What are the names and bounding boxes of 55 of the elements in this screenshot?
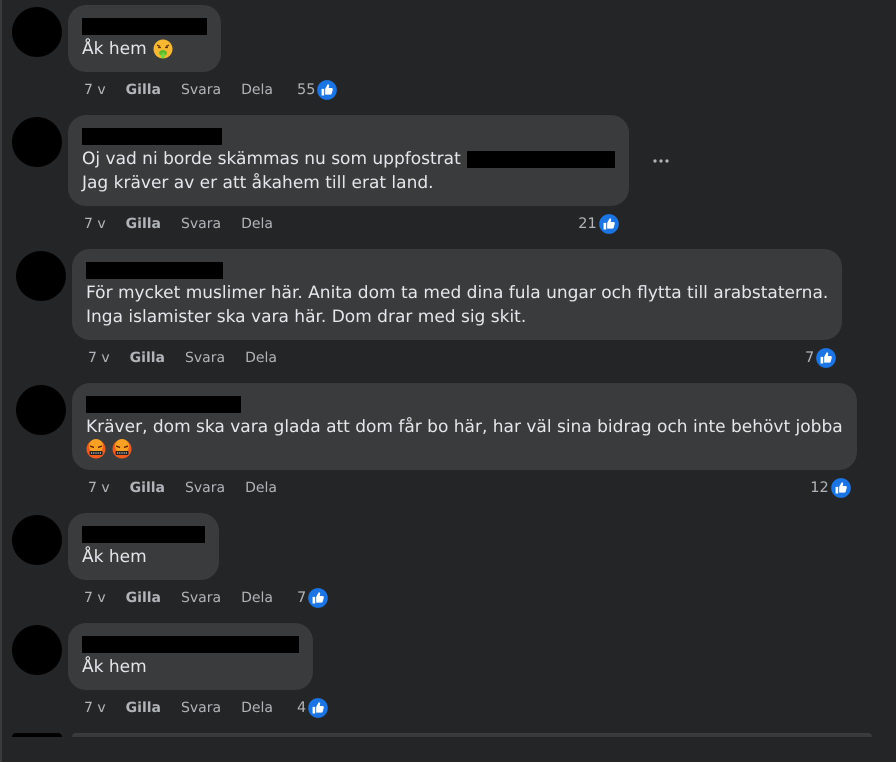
comment-text: Åk hem bbox=[82, 545, 147, 569]
like-count[interactable]: 4 bbox=[296, 700, 306, 716]
cursing-face-icon bbox=[86, 439, 106, 459]
share-link[interactable]: Dela bbox=[241, 216, 273, 232]
like-icon bbox=[306, 586, 330, 610]
comment-text: För mycket muslimer här. Anita dom ta med dina fula ungar och flytta till arabstaterna. bbox=[86, 282, 828, 305]
reply-link[interactable]: Svara bbox=[181, 82, 222, 98]
timestamp: 7 v bbox=[84, 700, 106, 716]
reply-link[interactable]: Svara bbox=[181, 590, 222, 606]
like-link[interactable]: Gilla bbox=[126, 700, 161, 716]
like-link[interactable]: Gilla bbox=[126, 590, 161, 606]
more-icon bbox=[650, 158, 671, 164]
comment-text: Oj vad ni borde skämmas nu som uppfostrat bbox=[82, 148, 461, 171]
like-icon bbox=[828, 476, 853, 500]
like-count[interactable]: 7 bbox=[296, 590, 306, 606]
reply-link[interactable]: Svara bbox=[185, 350, 226, 366]
avatar[interactable] bbox=[12, 117, 62, 167]
comment-text: Åk hem bbox=[82, 37, 147, 61]
like-link[interactable]: Gilla bbox=[126, 216, 161, 232]
avatar[interactable] bbox=[12, 515, 62, 565]
comment-text: Åk hem bbox=[82, 655, 147, 679]
avatar[interactable] bbox=[16, 385, 66, 435]
comment-text: Kräver, dom ska vara glada att dom får bo här, har väl sina bidrag och inte behövt jobba bbox=[86, 416, 843, 439]
share-link[interactable]: Dela bbox=[245, 350, 277, 366]
like-link[interactable]: Gilla bbox=[126, 82, 161, 98]
like-count[interactable]: 12 bbox=[810, 480, 829, 496]
like-count[interactable]: 7 bbox=[805, 350, 814, 366]
comment-text: Jag kräver av er att åkahem till erat land. bbox=[82, 172, 434, 195]
timestamp: 7 v bbox=[88, 480, 110, 496]
share-link[interactable]: Dela bbox=[241, 700, 273, 716]
like-link[interactable]: Gilla bbox=[130, 480, 165, 496]
avatar[interactable] bbox=[12, 733, 62, 737]
timestamp: 7 v bbox=[84, 82, 106, 98]
comment-text: Inga islamister ska vara här. Dom drar med sig skit. bbox=[86, 306, 526, 329]
like-icon bbox=[306, 696, 330, 720]
avatar[interactable] bbox=[12, 625, 62, 675]
share-link[interactable]: Dela bbox=[241, 82, 273, 98]
share-link[interactable]: Dela bbox=[241, 590, 273, 606]
avatar[interactable] bbox=[12, 7, 62, 57]
reply-link[interactable]: Svara bbox=[181, 216, 222, 232]
like-count[interactable]: 55 bbox=[296, 82, 316, 98]
like-count[interactable]: 21 bbox=[578, 216, 597, 232]
timestamp: 7 v bbox=[84, 216, 106, 232]
like-link[interactable]: Gilla bbox=[130, 350, 165, 366]
cursing-face-icon bbox=[112, 439, 132, 459]
like-icon bbox=[814, 346, 838, 370]
nauseated-face-icon bbox=[152, 39, 173, 59]
reply-link[interactable]: Svara bbox=[185, 480, 226, 496]
like-icon bbox=[315, 78, 340, 102]
avatar[interactable] bbox=[16, 251, 66, 301]
timestamp: 7 v bbox=[84, 590, 106, 606]
timestamp: 7 v bbox=[88, 350, 110, 366]
share-link[interactable]: Dela bbox=[245, 480, 277, 496]
like-icon bbox=[596, 212, 621, 236]
reply-link[interactable]: Svara bbox=[181, 700, 222, 716]
